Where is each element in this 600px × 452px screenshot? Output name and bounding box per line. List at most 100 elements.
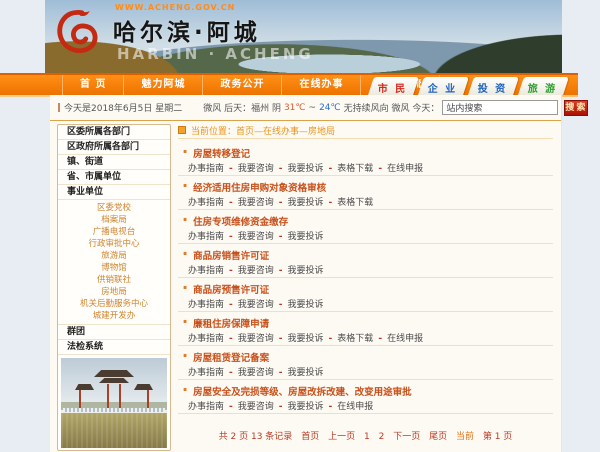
pagination-current-label: 当前 bbox=[455, 432, 474, 442]
service-link[interactable]: 我要咨询 bbox=[224, 232, 274, 242]
service-title[interactable]: 住房专项维修资金缴存 bbox=[193, 217, 288, 228]
service-link[interactable]: 办事指南 bbox=[188, 368, 224, 378]
audience-tabs: 市 民 企 业 投 资 旅 游 bbox=[366, 77, 569, 95]
photo-gate-roof bbox=[75, 384, 94, 390]
sidebar-subitem-archives[interactable]: 档案局 bbox=[58, 214, 170, 226]
service-link[interactable]: 办事指南 bbox=[188, 198, 224, 208]
nav-item-online-services[interactable]: 在线办事 bbox=[282, 75, 362, 95]
photo-gate-pillar bbox=[107, 384, 109, 408]
service-link[interactable]: 办事指南 bbox=[188, 402, 224, 412]
weather-tilde: ~ bbox=[308, 102, 317, 113]
date-text: 今天是2018年6月5日 星期二 bbox=[64, 104, 183, 114]
pagination-last[interactable]: 尾页 bbox=[429, 432, 447, 442]
pagination-page-1[interactable]: 1 bbox=[364, 432, 370, 442]
service-item: 商品房销售许可证 办事指南我要咨询我要投诉 bbox=[178, 244, 553, 278]
service-title[interactable]: 经济适用住房申购对象资格审核 bbox=[193, 183, 326, 194]
service-link[interactable]: 表格下载 bbox=[324, 198, 374, 208]
service-title[interactable]: 商品房预售许可证 bbox=[193, 285, 269, 296]
service-link[interactable]: 我要投诉 bbox=[274, 368, 324, 378]
service-item: 廉租住房保障申请 办事指南我要咨询我要投诉表格下载在线申报 bbox=[178, 312, 553, 346]
nav-item-gov-affairs[interactable]: 政务公开 bbox=[203, 75, 283, 95]
service-link[interactable]: 办事指南 bbox=[188, 164, 224, 174]
sidebar-subitem-tourism-bureau[interactable]: 旅游局 bbox=[58, 250, 170, 262]
main-navigation: 首 页 魅力阿城 政务公开 在线办事 互动交流 市 民 企 业 投 资 旅 游 bbox=[0, 73, 578, 95]
pagination-next[interactable]: 下一页 bbox=[393, 432, 420, 442]
pagination-prev[interactable]: 上一页 bbox=[328, 432, 355, 442]
info-bar: 今天是2018年6月5日 星期二 微风 后天：福州 阴 31℃ ~ 24℃ 无持… bbox=[50, 95, 589, 121]
search-input[interactable] bbox=[442, 100, 559, 115]
sidebar-item-towns-streets[interactable]: 镇、街道 bbox=[58, 155, 170, 170]
service-link[interactable]: 在线申报 bbox=[373, 334, 423, 344]
nav-item-home[interactable]: 首 页 bbox=[62, 75, 125, 95]
sidebar-subitem-museum[interactable]: 博物馆 bbox=[58, 262, 170, 274]
department-sidebar: 区委所属各部门 区政府所属各部门 镇、街道 省、市属单位 事业单位 区委党校 档… bbox=[57, 124, 171, 451]
service-link[interactable]: 办事指南 bbox=[188, 300, 224, 310]
pagination: 共 2 页 13 条记录 首页 上一页 1 2 下一页 尾页 当前 第 1 页 bbox=[178, 429, 553, 442]
sidebar-item-mass-organizations[interactable]: 群团 bbox=[58, 325, 170, 340]
search-button[interactable]: 搜索 bbox=[564, 99, 589, 116]
service-link[interactable]: 我要投诉 bbox=[274, 232, 324, 242]
tab-citizen[interactable]: 市 民 bbox=[368, 77, 419, 95]
photo-gate-roof bbox=[134, 384, 153, 390]
sidebar-subitem-broadcast-tv[interactable]: 广播电视台 bbox=[58, 226, 170, 238]
service-link[interactable]: 在线申报 bbox=[324, 402, 374, 412]
photo-gate-roof bbox=[99, 378, 129, 383]
sidebar-subitem-logistics-center[interactable]: 机关后勤服务中心 bbox=[58, 298, 170, 310]
divider bbox=[178, 413, 553, 414]
sidebar-item-court-procuratorate[interactable]: 法检系统 bbox=[58, 340, 170, 355]
service-links: 办事指南我要咨询我要投诉表格下载 bbox=[178, 194, 553, 208]
tab-enterprise[interactable]: 企 业 bbox=[418, 77, 469, 95]
tab-tourism[interactable]: 旅 游 bbox=[518, 77, 569, 95]
sidebar-item-district-gov-depts[interactable]: 区政府所属各部门 bbox=[58, 140, 170, 155]
service-link[interactable]: 我要投诉 bbox=[274, 198, 324, 208]
service-link[interactable]: 在线申报 bbox=[373, 164, 423, 174]
service-title[interactable]: 廉租住房保障申请 bbox=[193, 319, 269, 330]
tab-investment[interactable]: 投 资 bbox=[468, 77, 519, 95]
pagination-first[interactable]: 首页 bbox=[301, 432, 319, 442]
service-link[interactable]: 表格下载 bbox=[324, 164, 374, 174]
calendar-icon bbox=[58, 103, 60, 112]
service-link[interactable]: 我要投诉 bbox=[274, 266, 324, 276]
service-link[interactable]: 我要咨询 bbox=[224, 198, 274, 208]
service-link[interactable]: 我要投诉 bbox=[274, 164, 324, 174]
nav-item-charm[interactable]: 魅力阿城 bbox=[124, 75, 204, 95]
sidebar-subitem-urban-development[interactable]: 城建开发办 bbox=[58, 310, 170, 322]
sidebar-subitem-housing-bureau[interactable]: 房地局 bbox=[58, 286, 170, 298]
service-link[interactable]: 办事指南 bbox=[188, 266, 224, 276]
service-title[interactable]: 商品房销售许可证 bbox=[193, 251, 269, 262]
service-links: 办事指南我要咨询我要投诉 bbox=[178, 296, 553, 310]
sidebar-subitem-supply-coop[interactable]: 供销联社 bbox=[58, 274, 170, 286]
service-title[interactable]: 房屋转移登记 bbox=[193, 149, 250, 160]
service-link[interactable]: 办事指南 bbox=[188, 232, 224, 242]
service-link[interactable]: 我要投诉 bbox=[274, 300, 324, 310]
service-link[interactable]: 办事指南 bbox=[188, 334, 224, 344]
pagination-page-2[interactable]: 2 bbox=[379, 432, 385, 442]
site-url: WWW.ACHENG.GOV.CN bbox=[115, 3, 236, 12]
service-title[interactable]: 房屋安全及完损等级、房屋改拆改建、改变用途审批 bbox=[193, 387, 412, 398]
sidebar-subitem-admin-approval[interactable]: 行政审批中心 bbox=[58, 238, 170, 250]
service-link[interactable]: 我要咨询 bbox=[224, 402, 274, 412]
dragon-logo-icon[interactable] bbox=[50, 5, 108, 65]
sidebar-item-provincial-city-units[interactable]: 省、市属单位 bbox=[58, 170, 170, 185]
sidebar-subitem-party-school[interactable]: 区委党校 bbox=[58, 202, 170, 214]
service-link[interactable]: 我要咨询 bbox=[224, 334, 274, 344]
service-list: 房屋转移登记 办事指南我要咨询我要投诉表格下载在线申报 经济适用住房申购对象资格… bbox=[178, 142, 553, 414]
service-link[interactable]: 我要咨询 bbox=[224, 368, 274, 378]
weather-temp-low: 24℃ bbox=[319, 102, 341, 113]
service-item: 房屋租赁登记备案 办事指南我要咨询我要投诉 bbox=[178, 346, 553, 380]
site-title-english: HARBIN · ACHENG bbox=[117, 45, 314, 63]
service-link[interactable]: 我要投诉 bbox=[274, 334, 324, 344]
weather-text-2: 无持续风向 微风 今天： bbox=[343, 104, 440, 114]
service-link[interactable]: 我要咨询 bbox=[224, 300, 274, 310]
site-title[interactable]: 哈尔滨·阿城 bbox=[113, 13, 261, 47]
weather-text: 微风 后天：福州 阴 bbox=[203, 104, 281, 114]
sidebar-item-public-institutions[interactable]: 事业单位 bbox=[58, 185, 170, 200]
service-link[interactable]: 我要咨询 bbox=[224, 266, 274, 276]
service-link[interactable]: 表格下载 bbox=[324, 334, 374, 344]
service-link[interactable]: 我要咨询 bbox=[224, 164, 274, 174]
service-item: 商品房预售许可证 办事指南我要咨询我要投诉 bbox=[178, 278, 553, 312]
sidebar-item-district-committee-depts[interactable]: 区委所属各部门 bbox=[58, 125, 170, 140]
service-link[interactable]: 我要投诉 bbox=[274, 402, 324, 412]
content-wrapper: 今天是2018年6月5日 星期二 微风 后天：福州 阴 31℃ ~ 24℃ 无持… bbox=[50, 95, 589, 452]
service-title[interactable]: 房屋租赁登记备案 bbox=[193, 353, 269, 364]
